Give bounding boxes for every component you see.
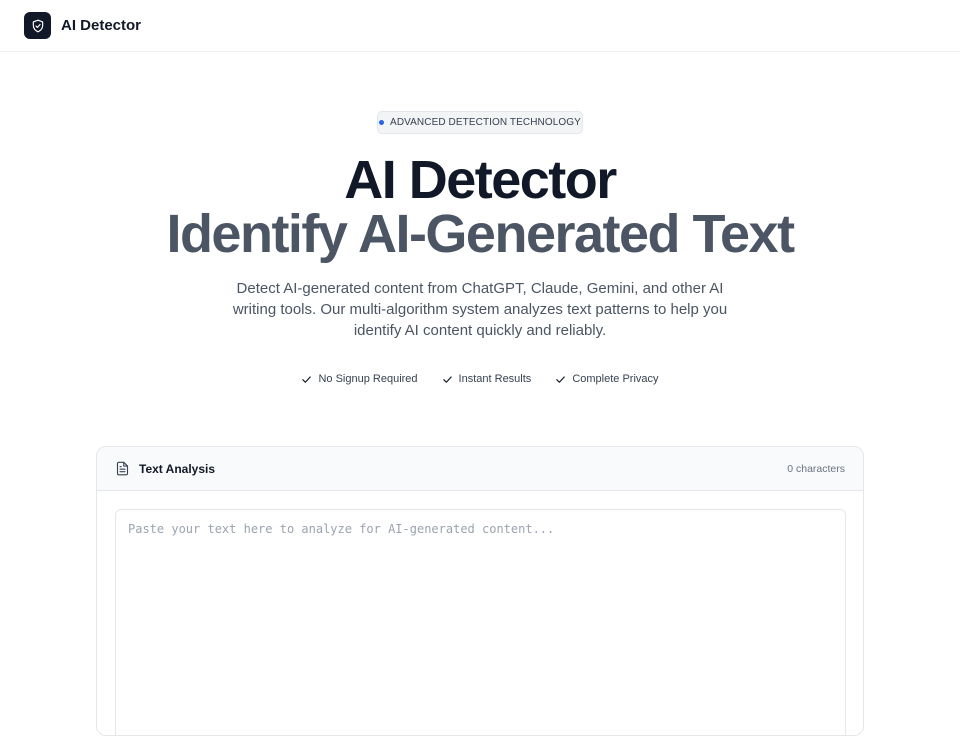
- feature-label: Complete Privacy: [572, 373, 659, 385]
- card-header: Text Analysis 0 characters: [97, 447, 863, 491]
- card-title: Text Analysis: [139, 461, 216, 476]
- feature-no-signup: No Signup Required: [301, 370, 418, 388]
- logo[interactable]: [24, 12, 51, 39]
- shield-check-icon: [32, 19, 43, 32]
- check-icon: [442, 375, 452, 383]
- feature-instant-results: Instant Results: [442, 370, 532, 388]
- text-input[interactable]: [115, 509, 846, 735]
- badge-dot-icon: [379, 120, 385, 125]
- check-icon: [302, 375, 312, 383]
- page-subtitle: Identify AI-Generated Text: [166, 204, 795, 264]
- badge-label: ADVANCED DETECTION TECHNOLOGY: [390, 117, 581, 128]
- document-icon: [116, 461, 129, 476]
- page-title: AI Detector: [344, 150, 617, 210]
- check-icon: [556, 375, 566, 383]
- top-navbar: AI Detector: [0, 0, 960, 52]
- character-count: 0 characters: [787, 462, 845, 475]
- text-analysis-card: Text Analysis 0 characters: [96, 446, 864, 736]
- feature-complete-privacy: Complete Privacy: [555, 370, 659, 388]
- tech-badge: ADVANCED DETECTION TECHNOLOGY: [377, 111, 583, 134]
- brand-name[interactable]: AI Detector: [61, 17, 141, 34]
- feature-label: Instant Results: [458, 373, 532, 385]
- feature-label: No Signup Required: [318, 373, 418, 385]
- feature-list: No Signup Required Instant Results Compl…: [0, 370, 960, 388]
- hero-description: Detect AI-generated content from ChatGPT…: [232, 280, 728, 339]
